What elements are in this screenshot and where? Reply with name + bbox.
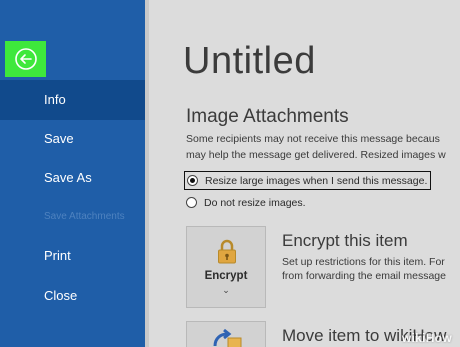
radio-unselected-icon[interactable] xyxy=(186,197,197,208)
do-not-resize-label: Do not resize images. xyxy=(204,196,306,209)
sidebar-item-save-as[interactable]: Save As xyxy=(0,158,145,198)
encrypt-heading: Encrypt this item xyxy=(282,231,408,250)
encrypt-description-line2: from forwarding the email message xyxy=(282,270,446,282)
encrypt-button[interactable]: Encrypt ⌄ xyxy=(186,226,266,308)
radio-selected-icon[interactable] xyxy=(187,175,198,186)
resize-images-label: Resize large images when I send this mes… xyxy=(205,174,428,187)
sidebar-item-close[interactable]: Close xyxy=(0,276,145,316)
move-to-folder-icon xyxy=(213,328,242,347)
move-item-button[interactable] xyxy=(186,321,266,347)
chevron-down-icon: ⌄ xyxy=(222,285,230,295)
resize-images-option[interactable]: Resize large images when I send this mes… xyxy=(184,171,432,190)
page-title: Untitled xyxy=(183,40,316,82)
arrow-left-circle-icon xyxy=(14,48,37,70)
padlock-icon xyxy=(218,239,236,264)
info-pane: Untitled Image Attachments Some recipien… xyxy=(145,0,460,347)
image-attachments-description-line1: Some recipients may not receive this mes… xyxy=(186,133,440,145)
encrypt-button-label: Encrypt xyxy=(204,270,248,282)
image-attachments-heading: Image Attachments xyxy=(186,106,349,127)
sidebar-item-info[interactable]: Info xyxy=(0,80,145,120)
image-attachments-description-line2: may help the message get delivered. Resi… xyxy=(186,149,446,161)
sidebar-item-print[interactable]: Print xyxy=(0,236,145,276)
encrypt-description-line1: Set up restrictions for this item. For xyxy=(282,256,445,268)
backstage-sidebar: Info Save Save As Save Attachments Print… xyxy=(0,0,145,347)
sidebar-item-save[interactable]: Save xyxy=(0,119,145,159)
do-not-resize-option[interactable]: Do not resize images. xyxy=(186,194,306,211)
back-button[interactable] xyxy=(5,41,46,77)
wikihow-watermark: wikiHow xyxy=(401,331,452,345)
sidebar-item-save-attachments[interactable]: Save Attachments xyxy=(0,197,145,237)
